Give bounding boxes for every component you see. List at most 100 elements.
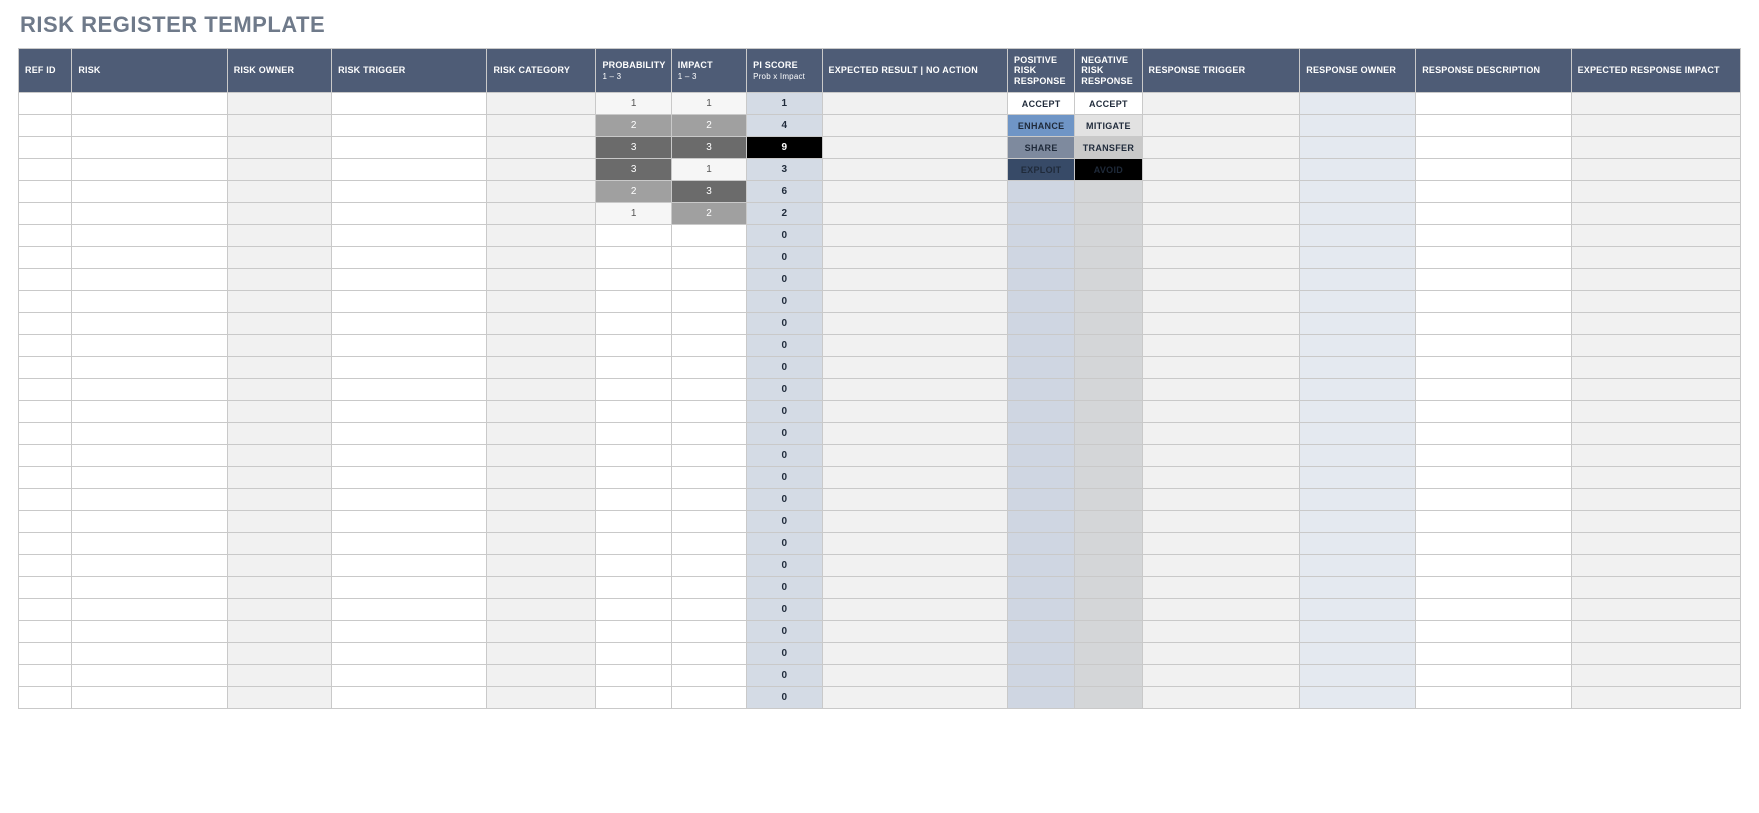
cell-impact[interactable] (671, 577, 746, 599)
cell-expected-result[interactable] (822, 555, 1008, 577)
cell-ref-id[interactable] (19, 159, 72, 181)
cell-pi-score[interactable]: 0 (747, 379, 822, 401)
cell-expected-response-impact[interactable] (1571, 533, 1740, 555)
cell-response-description[interactable] (1416, 511, 1571, 533)
cell-negative-response[interactable] (1075, 423, 1142, 445)
cell-negative-response[interactable] (1075, 577, 1142, 599)
cell-expected-result[interactable] (822, 599, 1008, 621)
col-impact[interactable]: IMPACT1 – 3 (671, 49, 746, 93)
cell-negative-response[interactable] (1075, 621, 1142, 643)
cell-positive-response[interactable] (1008, 577, 1075, 599)
cell-response-description[interactable] (1416, 137, 1571, 159)
cell-expected-result[interactable] (822, 335, 1008, 357)
cell-risk-owner[interactable] (227, 159, 331, 181)
cell-response-owner[interactable] (1300, 599, 1416, 621)
cell-pi-score[interactable]: 0 (747, 643, 822, 665)
cell-expected-response-impact[interactable] (1571, 555, 1740, 577)
cell-positive-response[interactable] (1008, 511, 1075, 533)
cell-probability[interactable] (596, 225, 671, 247)
cell-response-owner[interactable] (1300, 621, 1416, 643)
cell-pi-score[interactable]: 0 (747, 225, 822, 247)
cell-positive-response[interactable]: EXPLOIT (1008, 159, 1075, 181)
cell-impact[interactable] (671, 599, 746, 621)
cell-risk-category[interactable] (487, 203, 596, 225)
cell-expected-response-impact[interactable] (1571, 269, 1740, 291)
cell-risk-category[interactable] (487, 599, 596, 621)
cell-expected-response-impact[interactable] (1571, 467, 1740, 489)
cell-pi-score[interactable]: 9 (747, 137, 822, 159)
cell-risk-category[interactable] (487, 379, 596, 401)
cell-positive-response[interactable] (1008, 687, 1075, 709)
cell-risk[interactable] (72, 533, 227, 555)
cell-positive-response[interactable] (1008, 181, 1075, 203)
cell-risk[interactable] (72, 247, 227, 269)
cell-positive-response[interactable] (1008, 423, 1075, 445)
cell-risk-category[interactable] (487, 313, 596, 335)
cell-expected-result[interactable] (822, 511, 1008, 533)
cell-pi-score[interactable]: 0 (747, 357, 822, 379)
cell-response-trigger[interactable] (1142, 137, 1300, 159)
cell-risk-owner[interactable] (227, 687, 331, 709)
cell-risk-category[interactable] (487, 93, 596, 115)
cell-impact[interactable] (671, 533, 746, 555)
cell-risk[interactable] (72, 335, 227, 357)
cell-negative-response[interactable] (1075, 269, 1142, 291)
cell-risk-trigger[interactable] (332, 379, 487, 401)
cell-response-owner[interactable] (1300, 269, 1416, 291)
cell-response-owner[interactable] (1300, 115, 1416, 137)
cell-response-owner[interactable] (1300, 665, 1416, 687)
cell-response-trigger[interactable] (1142, 643, 1300, 665)
cell-response-description[interactable] (1416, 533, 1571, 555)
cell-risk-trigger[interactable] (332, 687, 487, 709)
cell-positive-response[interactable] (1008, 621, 1075, 643)
cell-response-owner[interactable] (1300, 489, 1416, 511)
cell-ref-id[interactable] (19, 489, 72, 511)
cell-response-trigger[interactable] (1142, 577, 1300, 599)
cell-expected-result[interactable] (822, 665, 1008, 687)
cell-risk[interactable] (72, 665, 227, 687)
cell-ref-id[interactable] (19, 115, 72, 137)
cell-risk-category[interactable] (487, 467, 596, 489)
cell-risk[interactable] (72, 599, 227, 621)
cell-probability[interactable] (596, 335, 671, 357)
cell-response-description[interactable] (1416, 93, 1571, 115)
cell-impact[interactable] (671, 423, 746, 445)
cell-risk[interactable] (72, 93, 227, 115)
cell-negative-response[interactable] (1075, 665, 1142, 687)
cell-response-description[interactable] (1416, 401, 1571, 423)
cell-negative-response[interactable] (1075, 291, 1142, 313)
cell-response-description[interactable] (1416, 335, 1571, 357)
cell-expected-result[interactable] (822, 159, 1008, 181)
cell-response-trigger[interactable] (1142, 445, 1300, 467)
cell-risk[interactable] (72, 181, 227, 203)
cell-risk-owner[interactable] (227, 137, 331, 159)
cell-positive-response[interactable] (1008, 445, 1075, 467)
cell-risk-category[interactable] (487, 643, 596, 665)
cell-response-trigger[interactable] (1142, 665, 1300, 687)
cell-impact[interactable]: 1 (671, 93, 746, 115)
cell-response-owner[interactable] (1300, 357, 1416, 379)
cell-ref-id[interactable] (19, 137, 72, 159)
cell-expected-result[interactable] (822, 313, 1008, 335)
cell-response-owner[interactable] (1300, 445, 1416, 467)
cell-expected-response-impact[interactable] (1571, 577, 1740, 599)
cell-risk-owner[interactable] (227, 247, 331, 269)
cell-risk[interactable] (72, 687, 227, 709)
cell-expected-result[interactable] (822, 687, 1008, 709)
cell-response-trigger[interactable] (1142, 203, 1300, 225)
cell-ref-id[interactable] (19, 313, 72, 335)
cell-negative-response[interactable] (1075, 687, 1142, 709)
cell-response-description[interactable] (1416, 159, 1571, 181)
cell-negative-response[interactable] (1075, 401, 1142, 423)
cell-response-trigger[interactable] (1142, 313, 1300, 335)
cell-expected-response-impact[interactable] (1571, 489, 1740, 511)
cell-response-trigger[interactable] (1142, 357, 1300, 379)
cell-ref-id[interactable] (19, 511, 72, 533)
cell-negative-response[interactable] (1075, 555, 1142, 577)
cell-probability[interactable] (596, 357, 671, 379)
cell-expected-response-impact[interactable] (1571, 225, 1740, 247)
cell-risk-category[interactable] (487, 423, 596, 445)
cell-positive-response[interactable] (1008, 335, 1075, 357)
col-pi-score[interactable]: PI SCOREProb x Impact (747, 49, 822, 93)
cell-risk-trigger[interactable] (332, 643, 487, 665)
